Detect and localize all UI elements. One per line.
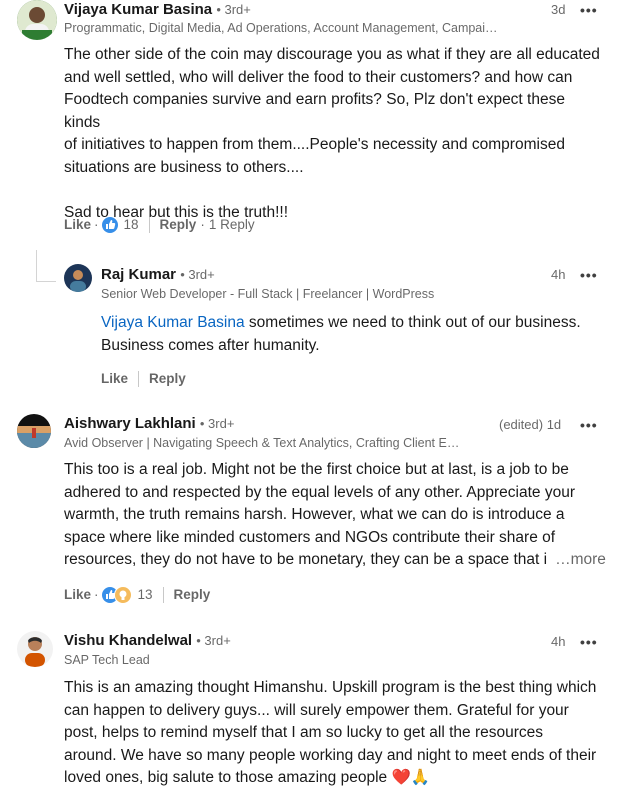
comment-body: Vijaya Kumar Basina sometimes we need to…: [101, 312, 601, 357]
comment-aishwary: Aishwary Lakhlani • 3rd+ Avid Observer |…: [0, 413, 618, 623]
body-line: warmth, the truth remains harsh. However…: [64, 506, 565, 523]
avatar[interactable]: [64, 264, 92, 292]
like-reaction-icon[interactable]: [101, 217, 118, 233]
comment-body: This is an amazing thought Himanshu. Ups…: [64, 677, 614, 790]
connection-degree: • 3rd+: [180, 267, 215, 282]
reply-button[interactable]: Reply: [160, 215, 197, 235]
like-button[interactable]: Like: [64, 215, 91, 235]
see-more-link[interactable]: …more: [555, 551, 606, 568]
author-headline: Programmatic, Digital Media, Ad Operatio…: [64, 21, 498, 35]
comment-actions: Like · 13 Reply: [64, 585, 210, 605]
body-line: This is an amazing thought Himanshu. Ups…: [64, 679, 597, 696]
author-name[interactable]: Aishwary Lakhlani: [64, 415, 196, 432]
like-button[interactable]: Like: [64, 585, 91, 605]
mention-link[interactable]: Vijaya Kumar Basina: [101, 314, 245, 331]
avatar[interactable]: [17, 414, 51, 448]
like-button[interactable]: Like: [101, 369, 128, 389]
connection-degree: • 3rd+: [216, 2, 251, 17]
body-line: adhered to and respected by the equal le…: [64, 483, 575, 501]
body-line: around. We have so many people working d…: [64, 746, 597, 764]
timestamp: 4h: [551, 634, 566, 649]
timestamp: 4h: [551, 267, 566, 282]
comment-body: The other side of the coin may discourag…: [64, 44, 604, 224]
author-headline: Senior Web Developer - Full Stack | Free…: [101, 287, 435, 301]
author-headline: SAP Tech Lead: [64, 653, 150, 667]
divider: [148, 217, 150, 233]
replies-count-link[interactable]: 1 Reply: [209, 215, 255, 235]
author-name[interactable]: Vishu Khandelwal: [64, 632, 192, 649]
reply-button[interactable]: Reply: [174, 585, 211, 605]
author-name[interactable]: Vijaya Kumar Basina: [64, 1, 212, 18]
comment-body: This too is a real job. Might not be the…: [64, 459, 609, 572]
body-line: of initiatives to happen from them....Pe…: [64, 136, 565, 153]
divider: [138, 371, 140, 387]
timestamp: (edited) 1d: [499, 417, 562, 432]
body-line: loved ones, big salute to those amazing …: [64, 769, 388, 786]
comment-vishu: Vishu Khandelwal • 3rd+ SAP Tech Lead 4h…: [0, 631, 618, 798]
comment-actions: Like Reply: [101, 369, 186, 389]
connection-degree: • 3rd+: [199, 416, 235, 431]
body-line: can happen to delivery guys... will sure…: [64, 701, 569, 719]
timestamp: 3d: [551, 2, 566, 17]
more-options-icon[interactable]: •••: [580, 634, 598, 650]
avatar[interactable]: [17, 0, 57, 40]
body-text: sometimes we need to think out of our bu…: [244, 314, 581, 331]
more-options-icon[interactable]: •••: [580, 417, 598, 433]
body-line: and well settled, who will deliver the f…: [64, 68, 573, 86]
body-line: This too is a real job. Might not be the…: [64, 461, 569, 478]
author-name[interactable]: Raj Kumar: [101, 266, 176, 283]
more-options-icon[interactable]: •••: [580, 267, 598, 283]
comment-vijaya: Vijaya Kumar Basina • 3rd+ Programmatic,…: [0, 0, 618, 250]
body-line: [64, 179, 604, 202]
comment-actions: Like · 18 Reply · 1 Reply: [64, 215, 255, 235]
avatar[interactable]: [17, 631, 53, 667]
heart-emoji-icon: ❤️🙏: [391, 769, 431, 786]
reaction-count[interactable]: 18: [124, 215, 139, 235]
body-line: Foodtech companies survive and earn prof…: [64, 91, 565, 131]
reaction-count[interactable]: 13: [138, 585, 153, 605]
reply-button[interactable]: Reply: [149, 369, 186, 389]
connection-degree: • 3rd+: [196, 633, 231, 648]
body-line: post, helps to remind myself that I am s…: [64, 724, 543, 741]
body-line: resources, they do not have to be moneta…: [64, 551, 548, 568]
body-line: The other side of the coin may discourag…: [64, 46, 600, 63]
divider: [162, 587, 164, 603]
body-line: situations are business to others....: [64, 158, 304, 176]
insightful-reaction-icon[interactable]: [113, 586, 132, 604]
body-line: Business comes after humanity.: [101, 336, 320, 354]
body-line: space where like minded customers and NG…: [64, 528, 556, 546]
reply-raj: Raj Kumar • 3rd+ Senior Web Developer - …: [0, 262, 618, 392]
more-options-icon[interactable]: •••: [580, 2, 598, 18]
author-headline: Avid Observer | Navigating Speech & Text…: [64, 436, 460, 450]
